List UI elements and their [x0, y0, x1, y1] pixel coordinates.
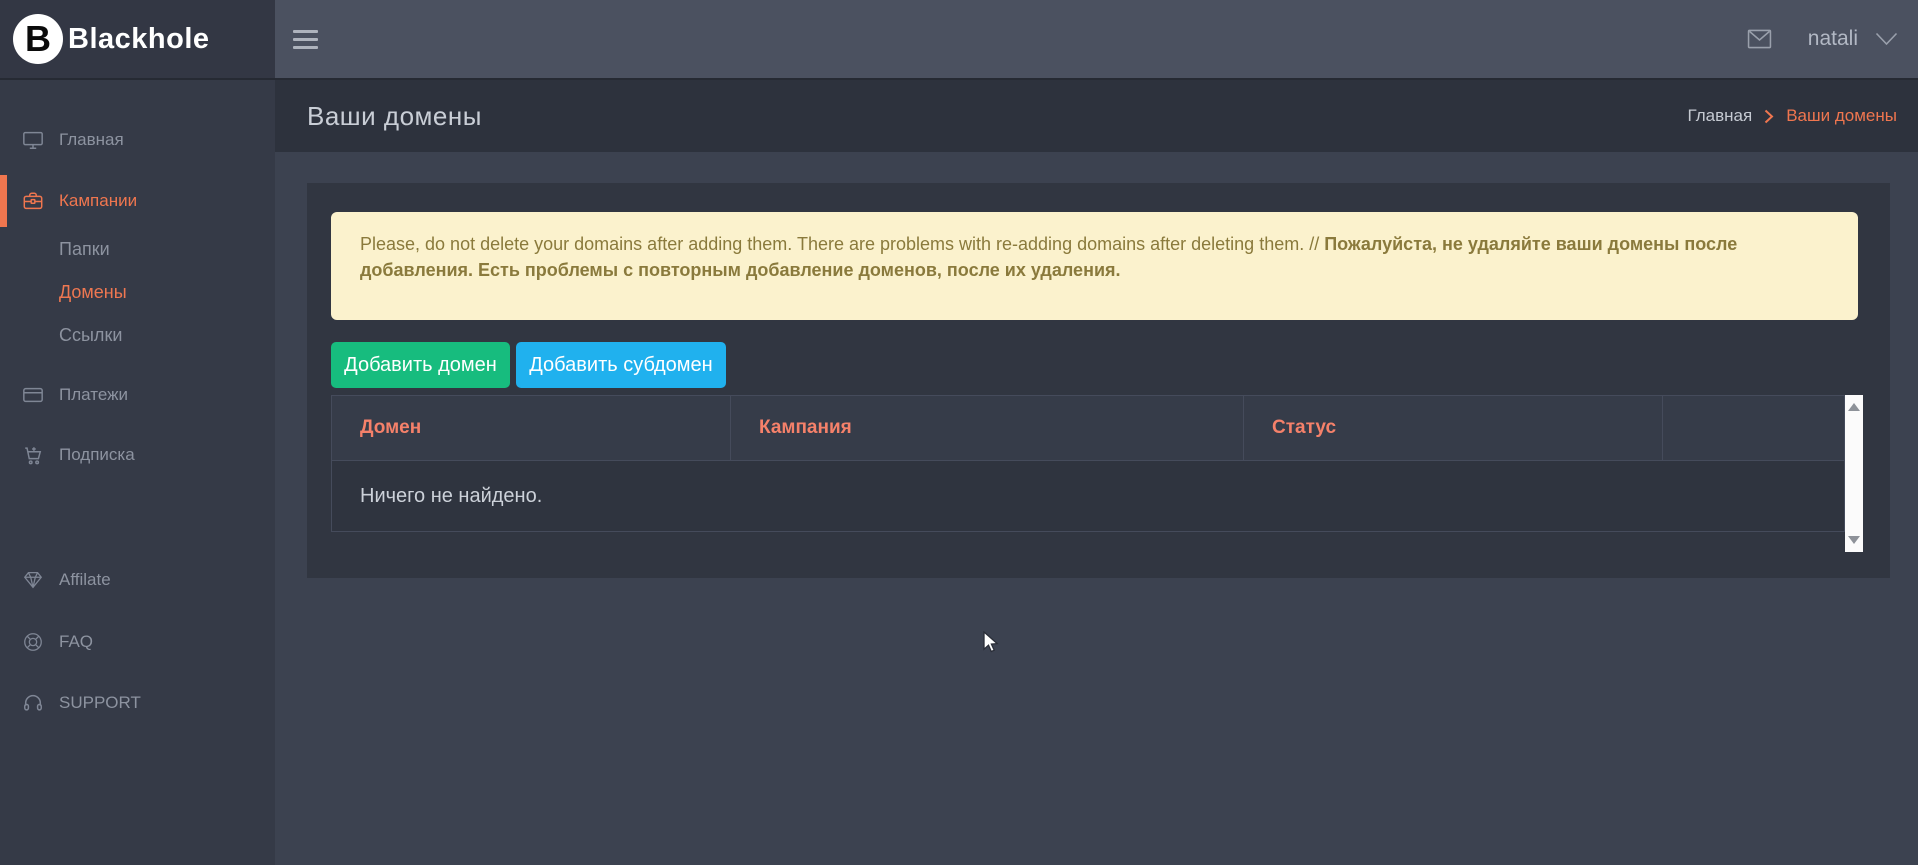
briefcase-icon — [22, 190, 44, 212]
sidebar-item-label: FAQ — [59, 632, 93, 652]
scroll-up-icon[interactable] — [1848, 403, 1860, 411]
sidebar-item-links[interactable]: Ссылки — [0, 315, 275, 355]
breadcrumb: Главная Ваши домены — [1688, 106, 1898, 126]
brand-logo-letter: B — [25, 18, 51, 60]
column-header-status: Статус — [1244, 396, 1663, 460]
sidebar-nav: Главная Кампании Папки Домены С — [0, 120, 275, 723]
sidebar-item-folders[interactable]: Папки — [0, 229, 275, 269]
page-title-bar: Ваши домены Главная Ваши домены — [275, 80, 1918, 152]
brand-logo-icon: B — [13, 14, 63, 64]
mouse-cursor — [983, 631, 1005, 655]
monitor-icon — [22, 129, 44, 151]
mail-icon[interactable] — [1747, 29, 1772, 49]
sidebar-item-label: Affilate — [59, 570, 111, 590]
user-menu[interactable]: natali — [1808, 27, 1858, 51]
sidebar: B Blackhole Главная — [0, 0, 275, 865]
sidebar-item-label: SUPPORT — [59, 693, 141, 713]
add-subdomain-button[interactable]: Добавить субдомен — [516, 342, 726, 388]
chevron-down-icon[interactable] — [1875, 32, 1898, 46]
sidebar-item-campaigns[interactable]: Кампании — [0, 175, 275, 227]
credit-card-icon — [22, 384, 44, 406]
domains-panel: Please, do not delete your domains after… — [307, 183, 1890, 578]
actions-row: Добавить домен Добавить субдомен — [331, 342, 726, 388]
headset-icon — [22, 692, 44, 714]
top-header: natali — [275, 0, 1918, 80]
brand-logo[interactable]: B Blackhole — [0, 0, 275, 80]
sidebar-item-payments[interactable]: Платежи — [0, 375, 275, 415]
sidebar-item-affilate[interactable]: Affilate — [0, 560, 275, 600]
gem-icon — [22, 569, 44, 591]
sidebar-item-label: Платежи — [59, 385, 128, 405]
sidebar-item-label: Папки — [59, 239, 110, 260]
empty-state-text: Ничего не найдено. — [360, 485, 542, 508]
column-header-campaign: Кампания — [731, 396, 1244, 460]
sidebar-item-label: Ссылки — [59, 325, 122, 346]
topbar-right: natali — [1747, 27, 1918, 51]
hamburger-menu-icon[interactable] — [293, 25, 318, 54]
domains-table-header: Домен Кампания Статус — [331, 395, 1845, 460]
sidebar-item-faq[interactable]: FAQ — [0, 622, 275, 662]
sidebar-item-label: Домены — [59, 282, 127, 303]
sidebar-item-label: Подписка — [59, 445, 135, 465]
domains-table: Домен Кампания Статус Ничего не найдено. — [331, 395, 1845, 532]
page-title: Ваши домены — [307, 101, 482, 132]
sidebar-item-subscription[interactable]: Подписка — [0, 435, 275, 475]
add-domain-button[interactable]: Добавить домен — [331, 342, 510, 388]
table-empty-row: Ничего не найдено. — [331, 460, 1845, 532]
breadcrumb-current: Ваши домены — [1786, 106, 1897, 126]
warning-alert: Please, do not delete your domains after… — [331, 212, 1858, 320]
breadcrumb-chevron-icon — [1764, 109, 1774, 124]
breadcrumb-home-link[interactable]: Главная — [1688, 106, 1753, 126]
column-header-domain: Домен — [332, 396, 731, 460]
table-scrollbar[interactable] — [1845, 395, 1863, 552]
life-ring-icon — [22, 631, 44, 653]
sidebar-item-home[interactable]: Главная — [0, 120, 275, 160]
cart-icon — [22, 444, 44, 466]
column-header-actions — [1663, 396, 1844, 460]
scroll-down-icon[interactable] — [1848, 536, 1860, 544]
app-root: B Blackhole Главная — [0, 0, 1918, 865]
sidebar-item-domains[interactable]: Домены — [0, 272, 275, 312]
sidebar-item-label: Кампании — [59, 191, 137, 211]
sidebar-item-label: Главная — [59, 130, 124, 150]
brand-name: Blackhole — [68, 23, 210, 56]
warning-alert-text-en: Please, do not delete your domains after… — [360, 234, 1324, 254]
sidebar-item-support[interactable]: SUPPORT — [0, 683, 275, 723]
